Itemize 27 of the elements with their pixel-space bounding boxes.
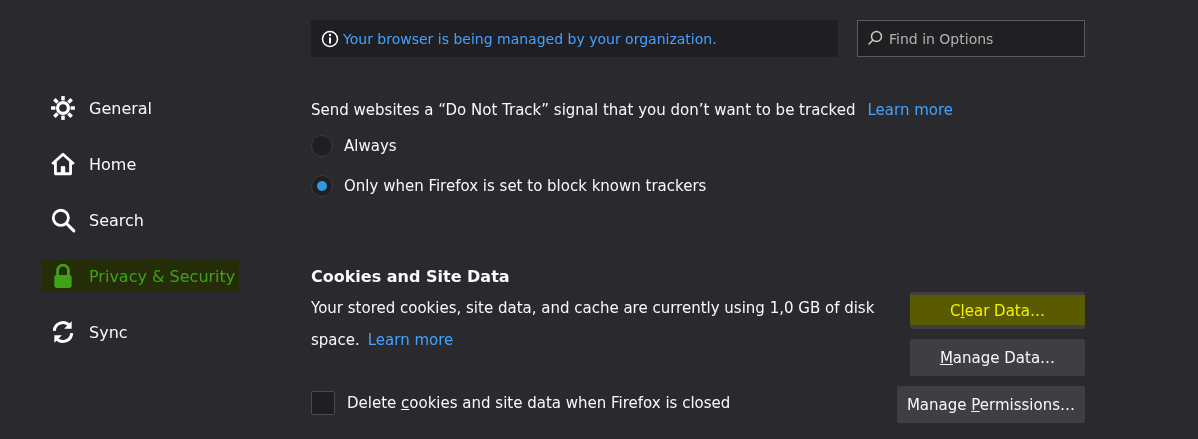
learn-more-link[interactable]: Learn more — [867, 101, 954, 119]
do-not-track-text: Send websites a “Do Not Track” signal that you don’t want to be tracked — [311, 101, 856, 119]
action-button[interactable]: Clear Data… — [910, 292, 1085, 329]
sidebar-item[interactable]: Search — [50, 204, 148, 236]
sync-icon — [50, 319, 76, 345]
checkbox[interactable] — [311, 391, 335, 415]
search-icon — [50, 207, 76, 233]
action-button[interactable]: Manage Permissions… — [896, 386, 1085, 423]
sidebar-item[interactable]: General — [50, 92, 157, 124]
action-button[interactable]: Manage Data… — [910, 339, 1085, 376]
sidebar-item[interactable]: Home — [50, 148, 141, 180]
search-icon — [867, 30, 883, 46]
radio-label[interactable]: Always — [344, 137, 397, 155]
radio-button[interactable] — [311, 175, 333, 197]
gear-icon — [50, 95, 76, 121]
home-icon — [50, 151, 76, 177]
section-heading: Cookies and Site Data — [311, 267, 511, 286]
search-field[interactable]: Find in Options — [857, 20, 1085, 57]
info-icon — [321, 29, 339, 48]
storage-usage-text: Your stored cookies, site data, and cache are currently using 1,0 GB of disk space. Learn more — [311, 298, 876, 351]
radio-label[interactable]: Only when Firefox is set to block known trackers — [344, 177, 707, 195]
sidebar-item[interactable]: Privacy & Security — [42, 260, 240, 292]
banner-text: Your browser is being managed by your organization. — [343, 30, 717, 47]
checkbox-label[interactable]: Delete cookies and site data when Firefox is closed — [347, 394, 731, 412]
radio-button[interactable] — [311, 135, 333, 157]
sidebar-item[interactable]: Sync — [50, 316, 132, 348]
learn-more-link[interactable]: Learn more — [367, 331, 454, 349]
